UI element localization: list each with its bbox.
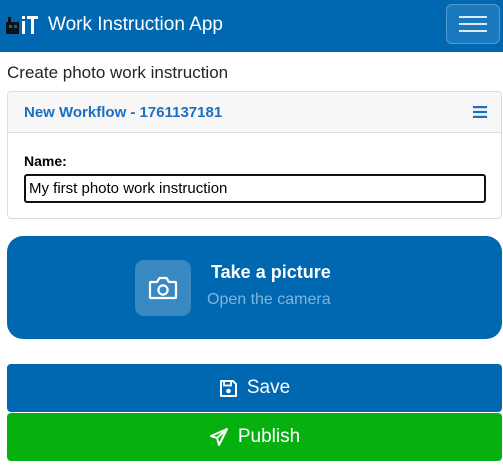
app-logo	[6, 16, 38, 34]
workflow-title-link[interactable]: New Workflow - 1761137181	[24, 104, 222, 121]
camera-subtitle: Open the camera	[207, 291, 331, 308]
top-navbar: Work Instruction App	[0, 0, 503, 52]
floppy-disk-icon	[219, 379, 237, 397]
publish-button-label: Publish	[237, 426, 301, 447]
take-picture-button[interactable]: Take a picture Open the camera	[7, 236, 502, 339]
camera-icon	[148, 276, 178, 300]
name-input[interactable]	[24, 174, 486, 203]
name-label: Name:	[24, 153, 67, 169]
hamburger-icon	[459, 16, 487, 32]
workflow-card-header: New Workflow - 1761137181	[8, 92, 501, 133]
save-button-label: Save	[246, 377, 291, 398]
app-title: Work Instruction App	[48, 14, 223, 35]
publish-button[interactable]: Publish	[7, 413, 502, 461]
paper-plane-icon	[209, 428, 228, 446]
workflow-card: New Workflow - 1761137181 Name:	[7, 91, 502, 219]
save-button[interactable]: Save	[7, 364, 502, 412]
camera-icon-tile	[135, 260, 191, 316]
list-icon[interactable]	[473, 106, 487, 118]
navbar-toggle-button[interactable]	[446, 4, 500, 44]
page-title: Create photo work instruction	[7, 63, 229, 82]
camera-title: Take a picture	[211, 262, 331, 282]
